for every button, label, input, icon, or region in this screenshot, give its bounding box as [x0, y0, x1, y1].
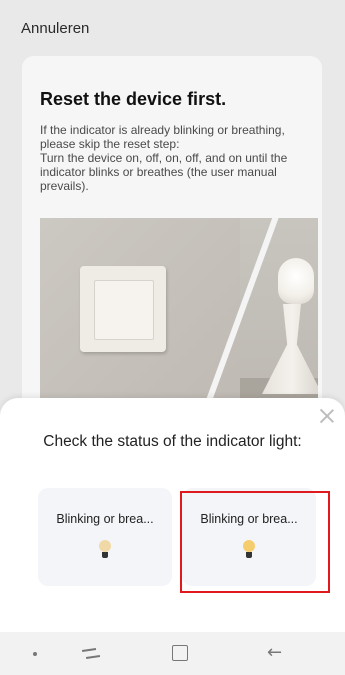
top-bar: Annuleren: [0, 0, 345, 56]
recent-apps-icon[interactable]: [80, 646, 102, 660]
sheet-title: Check the status of the indicator light:: [43, 433, 302, 450]
system-nav-bar: ←: [0, 632, 345, 675]
close-icon[interactable]: [317, 406, 337, 426]
lightbulb-icon: [99, 540, 111, 560]
instruction-card: Reset the device first. If the indicator…: [22, 56, 322, 416]
instruction-text: If the indicator is already blinking or …: [40, 123, 288, 193]
home-icon[interactable]: [172, 645, 188, 661]
cancel-button[interactable]: Annuleren: [21, 20, 89, 37]
wall-switch-image: [80, 266, 166, 352]
option-label: Blinking or brea...: [56, 512, 154, 526]
bulb-glass: [99, 540, 111, 552]
bulb-base: [102, 552, 108, 558]
instruction-title: Reset the device first.: [40, 89, 227, 109]
selection-highlight: [180, 491, 330, 593]
back-icon[interactable]: ←: [267, 642, 282, 663]
lamp-stand-image: [262, 304, 318, 394]
dot-icon: [33, 652, 37, 656]
reset-illustration: [40, 218, 318, 408]
option-blinking-slow[interactable]: Blinking or brea...: [38, 488, 172, 586]
switch-rocker: [94, 280, 154, 340]
lamp-bulb-image: [278, 258, 314, 304]
